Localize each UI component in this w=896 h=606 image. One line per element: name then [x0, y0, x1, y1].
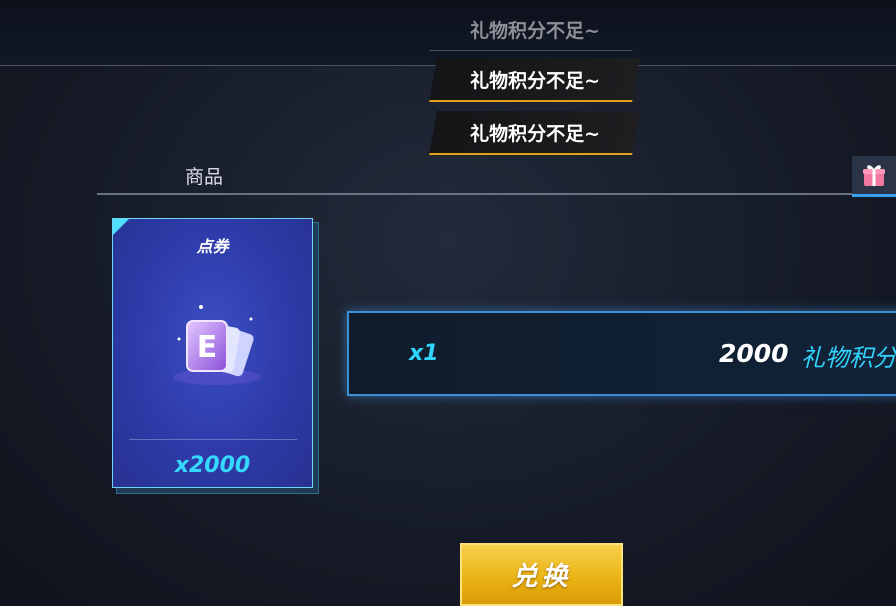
item-name: 点券 — [196, 237, 229, 256]
faded-toast: 礼物积分不足~ — [429, 8, 640, 51]
ticket-icon: E — [173, 305, 261, 385]
toast-text: 礼物积分不足~ — [469, 122, 600, 145]
card-divider — [129, 439, 297, 440]
toast-text: 礼物积分不足~ — [469, 69, 600, 92]
toast-message: 礼物积分不足~ — [429, 111, 640, 155]
svg-text:E: E — [197, 330, 218, 365]
tab-underline — [97, 193, 896, 195]
toast-message: 礼物积分不足~ — [429, 58, 640, 102]
exchange-button[interactable]: 兑换 — [460, 543, 623, 606]
price-amount: 2000 — [719, 339, 789, 368]
item-card[interactable]: 点券 E x2000 — [112, 218, 313, 488]
purchase-quantity: x1 — [409, 341, 439, 366]
item-quantity: x2000 — [174, 453, 251, 478]
tab-goods[interactable]: 商品 — [185, 162, 223, 189]
price-panel: x1 2000 礼物积分 — [347, 311, 896, 396]
gift-icon — [863, 165, 885, 186]
faded-toast-text: 礼物积分不足~ — [469, 19, 600, 42]
price-currency: 礼物积分 — [801, 344, 896, 372]
gift-tab[interactable] — [852, 156, 896, 197]
